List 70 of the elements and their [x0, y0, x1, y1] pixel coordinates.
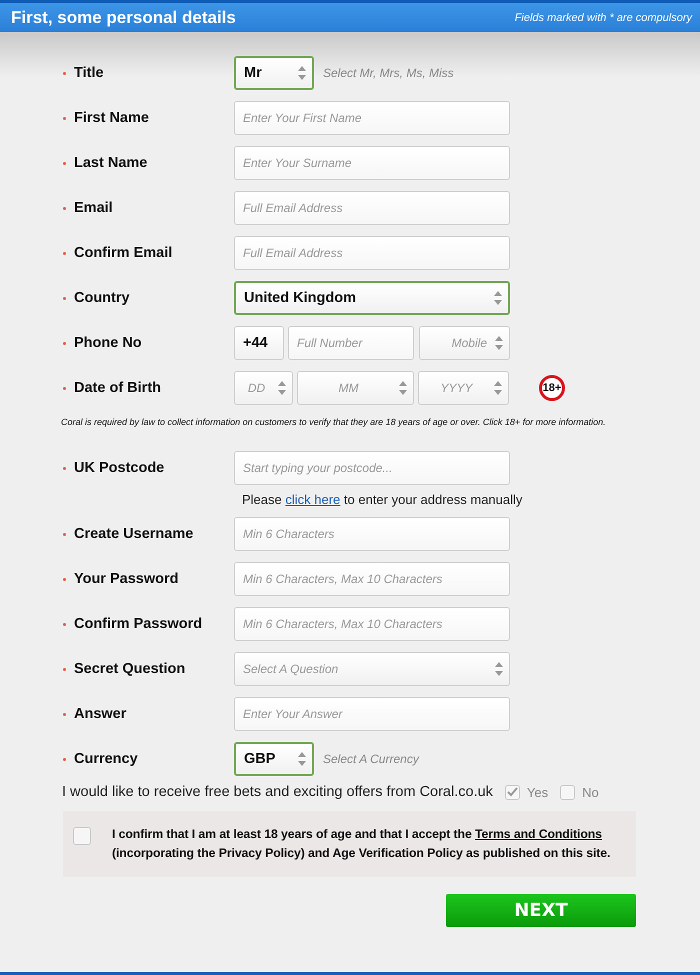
required-bullet-icon [63, 116, 66, 120]
select-arrows-icon [298, 65, 306, 81]
phone-number-field[interactable]: Full Number [288, 326, 414, 360]
field-label: Answer [74, 706, 126, 722]
text-field[interactable]: Full Email Address [234, 191, 510, 225]
consent-text: I confirm that I am at least 18 years of age and that I accept the Terms and Conditions (incorporating the Privacy Policy) and Age Verification Policy as published on this site. [112, 826, 612, 862]
field-label: Phone No [74, 335, 142, 351]
text-field[interactable]: Enter Your First Name [234, 101, 510, 135]
checkbox-label: Yes [526, 784, 548, 800]
dropdown[interactable]: Mr [234, 56, 314, 90]
field-label: Confirm Email [74, 245, 172, 261]
text-field[interactable]: Enter Your Surname [234, 146, 510, 180]
text-field[interactable]: Start typing your postcode... [234, 451, 510, 485]
age-badge[interactable]: 18+ [539, 375, 565, 401]
required-bullet-icon [63, 386, 66, 390]
text-field[interactable]: Min 6 Characters, Max 10 Characters [234, 607, 510, 641]
field-label: Date of Birth [74, 380, 161, 396]
required-bullet-icon [63, 668, 66, 670]
section-title: First, some personal details [11, 8, 236, 28]
select-arrows-icon [399, 380, 407, 396]
manual-address-link[interactable]: click here [285, 492, 340, 507]
field-label: Country [74, 290, 130, 306]
field-label: Your Password [74, 571, 178, 587]
field-label: Last Name [74, 155, 148, 171]
select-arrows-icon [495, 661, 503, 677]
field-hint: Select Mr, Mrs, Ms, Miss [323, 66, 454, 80]
field-label: Confirm Password [74, 616, 202, 632]
checkbox-label: No [582, 784, 599, 800]
age-notice: Coral is required by law to collect information on customers to verify that they are 18 years of age or over. Click 18+ for more information. [61, 417, 607, 429]
checkbox[interactable] [560, 784, 576, 800]
select-arrows-icon [494, 380, 502, 396]
dropdown[interactable]: GBP [234, 742, 314, 776]
required-bullet-icon [63, 712, 66, 716]
text-field[interactable]: Enter Your Answer [234, 697, 510, 731]
field-label: UK Postcode [74, 460, 164, 476]
required-bullet-icon [63, 578, 66, 580]
field-label: First Name [74, 110, 149, 126]
select-arrows-icon [494, 290, 502, 306]
checkmark-icon [506, 787, 518, 797]
checkbox[interactable] [504, 784, 520, 800]
field-label: Create Username [74, 526, 194, 542]
terms-link[interactable]: Terms and Conditions [475, 827, 602, 841]
checkbox[interactable] [73, 827, 91, 845]
required-bullet-icon [63, 622, 66, 626]
select-arrows-icon [298, 751, 306, 767]
address-helper-text: Please click here to enter your address manually [242, 492, 522, 507]
required-bullet-icon [63, 758, 66, 760]
compulsory-note: Fields marked with * are compulsory [514, 12, 692, 24]
required-bullet-icon [63, 466, 66, 470]
text-field[interactable]: Min 6 Characters [234, 517, 510, 551]
required-bullet-icon [63, 72, 66, 74]
required-bullet-icon [63, 252, 66, 254]
field-label: Title [74, 65, 104, 81]
text-field[interactable]: Min 6 Characters, Max 10 Characters [234, 562, 510, 596]
text-field[interactable]: Full Email Address [234, 236, 510, 270]
required-bullet-icon [63, 162, 66, 164]
required-bullet-icon [63, 532, 66, 536]
select-arrows-icon [495, 335, 503, 351]
offers-question: I would like to receive free bets and exciting offers from Coral.co.uk [62, 784, 493, 800]
field-label: Secret Question [74, 661, 186, 677]
required-bullet-icon [63, 206, 66, 210]
field-hint: Select A Currency [323, 752, 419, 766]
field-label: Currency [74, 751, 138, 767]
select-arrows-icon [278, 380, 286, 396]
dropdown[interactable]: United Kingdom [234, 281, 510, 315]
required-bullet-icon [63, 296, 66, 300]
dialing-code-field[interactable]: +44 [234, 326, 284, 360]
required-bullet-icon [63, 342, 66, 344]
field-label: Email [74, 200, 113, 216]
next-button[interactable]: NEXT [446, 894, 636, 927]
